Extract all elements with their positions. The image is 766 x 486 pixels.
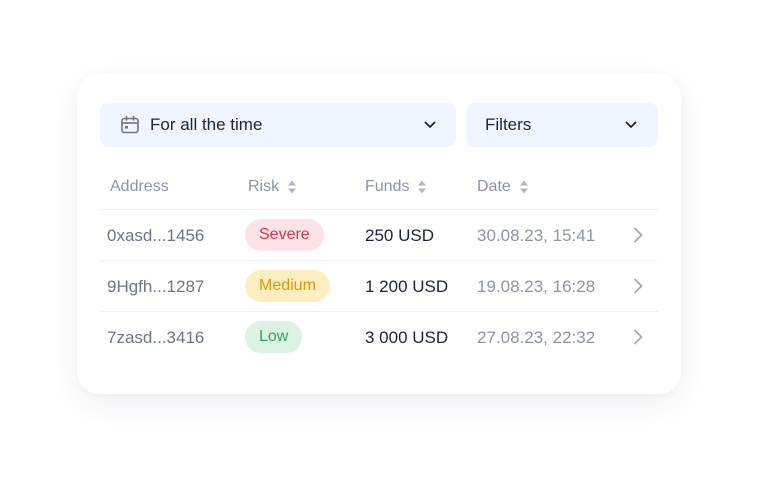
chevron-down-icon (424, 121, 436, 128)
filters-dropdown[interactable]: Filters (466, 103, 658, 147)
chevron-right-icon[interactable] (632, 277, 644, 295)
column-header-risk[interactable]: Risk (248, 178, 297, 196)
date-cell: 30.08.23, 15:41 (477, 226, 596, 245)
chevron-right-icon[interactable] (632, 328, 644, 346)
chevron-right-icon[interactable] (632, 226, 644, 244)
calendar-icon (121, 115, 139, 134)
address-cell: 7zasd...3416 (107, 328, 205, 347)
date-range-dropdown[interactable]: For all the time (100, 103, 456, 147)
address-cell: 9Hgfh...1287 (107, 277, 205, 296)
column-header-date[interactable]: Date (477, 178, 529, 196)
column-header-address-label: Address (110, 178, 169, 195)
funds-cell: 3 000 USD (365, 328, 449, 347)
chevron-down-icon (625, 121, 637, 128)
risk-badge: Low (245, 321, 303, 353)
sort-icon[interactable] (417, 179, 427, 195)
table-row[interactable]: 0xasd...1456 Severe 250 USD 30.08.23, 15… (100, 210, 658, 261)
funds-cell: 250 USD (365, 226, 434, 245)
column-header-funds[interactable]: Funds (365, 178, 427, 196)
date-cell: 19.08.23, 16:28 (477, 277, 596, 296)
transactions-card: For all the time Filters Address Risk Fu… (77, 74, 681, 394)
filters-label: Filters (485, 115, 532, 134)
address-cell: 0xasd...1456 (107, 226, 205, 245)
risk-badge: Severe (245, 219, 324, 251)
column-header-address: Address (110, 178, 169, 196)
column-header-date-label: Date (477, 178, 511, 195)
table-row[interactable]: 7zasd...3416 Low 3 000 USD 27.08.23, 22:… (100, 312, 658, 363)
column-header-funds-label: Funds (365, 178, 410, 195)
table-row[interactable]: 9Hgfh...1287 Medium 1 200 USD 19.08.23, … (100, 261, 658, 312)
filters-row: For all the time Filters (100, 103, 658, 147)
transactions-table: Address Risk Funds Date 0xasd...1456 Sev… (100, 160, 658, 363)
risk-badge: Medium (245, 270, 330, 302)
date-cell: 27.08.23, 22:32 (477, 328, 596, 347)
funds-cell: 1 200 USD (365, 277, 449, 296)
column-header-risk-label: Risk (248, 178, 280, 195)
sort-icon[interactable] (519, 179, 529, 195)
date-range-label: For all the time (150, 115, 263, 134)
table-header: Address Risk Funds Date (100, 160, 658, 210)
sort-icon[interactable] (287, 179, 297, 195)
